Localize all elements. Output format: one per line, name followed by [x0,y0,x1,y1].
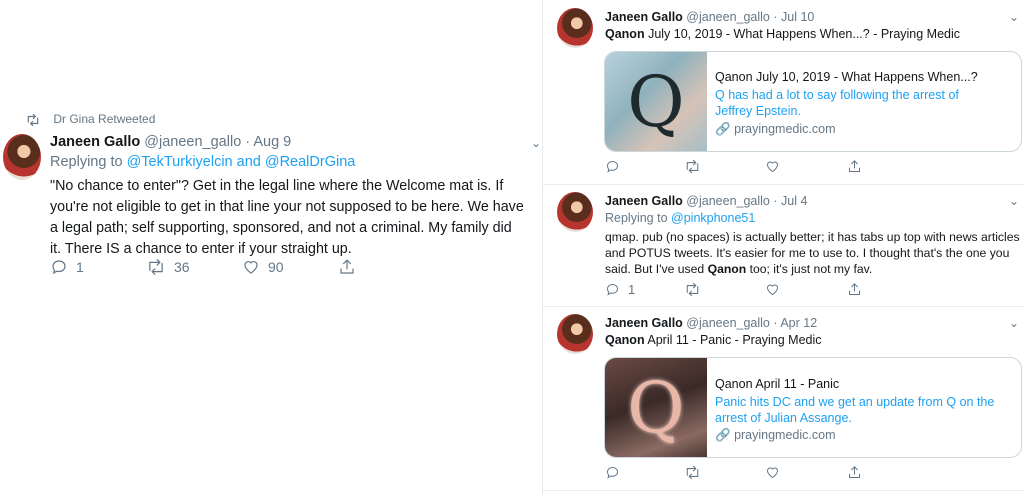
avatar[interactable] [557,192,593,232]
replying-prefix: Replying to [605,211,668,225]
retweet-button[interactable] [684,465,701,480]
chevron-down-icon[interactable]: ⌄ [1009,194,1019,208]
tweet-text: Qanon July 10, 2019 - What Happens When.… [605,27,960,41]
chevron-down-icon[interactable]: ⌄ [531,136,541,150]
share-button[interactable] [847,465,862,480]
retweet-button[interactable] [684,282,701,297]
share-icon [340,259,354,274]
link-card[interactable]: Q Qanon April 11 - Panic Panic hits DC a… [604,357,1022,458]
retweet-icon [686,465,699,480]
like-button[interactable] [765,465,780,480]
share-icon [849,466,860,478]
author-name[interactable]: Janeen Gallo [50,134,140,150]
avatar[interactable] [3,134,41,180]
card-image: Q [605,52,707,151]
author-handle[interactable]: @janeen_gallo [686,194,770,208]
body-part: too; it's just not my fav. [746,262,873,276]
share-button[interactable] [847,282,862,297]
reply-button[interactable] [605,465,620,480]
author-handle[interactable]: @janeen_gallo [686,316,770,330]
avatar[interactable] [557,8,593,48]
tweet-divider [542,184,1024,185]
like-button[interactable] [765,159,780,174]
card-title: Qanon July 10, 2019 - What Happens When.… [715,70,978,84]
highlight-term: Qanon [707,262,747,276]
replying-users-link[interactable]: @TekTurkiyelcin and @RealDrGina [127,154,356,170]
tweet-date[interactable]: · Jul 10 [773,10,814,24]
heart-icon [766,284,779,296]
tweet-date[interactable]: · Apr 12 [773,316,817,330]
card-domain: prayingmedic.com [734,428,836,442]
retweet-button[interactable]: 36 [146,258,190,276]
card-description: Q has had a lot to say following the arr… [715,88,959,118]
q-letter: Q [627,366,685,449]
retweet-button[interactable] [684,159,701,174]
link-icon: 🔗 [715,122,731,136]
replying-to: Replying to @pinkphone51 [605,211,755,225]
reply-icon [606,160,619,173]
link-card[interactable]: Q Qanon July 10, 2019 - What Happens Whe… [604,51,1022,152]
author-handle[interactable]: @janeen_gallo [144,134,241,150]
replying-users-link[interactable]: @pinkphone51 [671,211,755,225]
retweet-label: Dr Gina Retweeted [53,112,156,126]
heart-icon [244,261,258,274]
heart-icon [766,467,779,479]
tweet-text: Qanon April 11 - Panic - Praying Medic [605,333,822,347]
tweet-author: Janeen Gallo @janeen_gallo · Aug 9 [50,134,291,150]
card-domain-row: 🔗 prayingmedic.com [715,427,1013,443]
highlight-term: Qanon [605,27,645,41]
tweet-author: Janeen Gallo @janeen_gallo · Jul 4 [605,194,807,208]
retweet-header: Dr Gina Retweeted [26,112,155,126]
avatar[interactable] [557,314,593,354]
right-column-border [542,0,543,495]
tweet-author: Janeen Gallo @janeen_gallo · Apr 12 [605,316,817,330]
card-description: Panic hits DC and we get an update from … [715,395,995,425]
retweet-icon [149,258,163,276]
tweet-author: Janeen Gallo @janeen_gallo · Jul 10 [605,10,814,24]
card-title: Qanon April 11 - Panic [715,377,840,391]
replying-to: Replying to @TekTurkiyelcin and @RealDrG… [50,154,355,170]
author-handle[interactable]: @janeen_gallo [686,10,770,24]
q-letter: Q [627,60,685,143]
author-name[interactable]: Janeen Gallo [605,316,683,330]
reply-count: 1 [76,259,84,275]
reply-icon [606,283,619,296]
share-button[interactable] [338,258,356,276]
replying-prefix: Replying to [50,154,123,170]
tweet-line: April 11 - Panic - Praying Medic [644,333,822,347]
tweet-date[interactable]: · Jul 4 [773,194,807,208]
reply-button[interactable]: 1 [605,282,635,297]
card-domain-row: 🔗 prayingmedic.com [715,121,1013,137]
like-button[interactable] [765,282,780,297]
reply-count: 1 [628,282,636,297]
tweet-body: qmap. pub (no spaces) is actually better… [605,229,1020,277]
chevron-down-icon[interactable]: ⌄ [1009,316,1019,330]
chevron-down-icon[interactable]: ⌄ [1009,10,1019,24]
card-domain: prayingmedic.com [734,122,836,136]
tweet-line: July 10, 2019 - What Happens When...? - … [644,27,961,41]
author-name[interactable]: Janeen Gallo [605,194,683,208]
reply-button[interactable] [605,159,620,174]
share-icon [849,160,860,172]
retweet-icon [686,282,699,297]
tweet-divider [542,490,1024,491]
highlight-term: Qanon [605,333,645,347]
card-image: Q [605,358,707,457]
retweet-icon [27,113,39,126]
reply-icon [52,260,66,275]
tweet-divider [542,306,1024,307]
retweet-icon [686,159,699,174]
author-name[interactable]: Janeen Gallo [605,10,683,24]
share-icon [849,283,860,295]
like-count: 90 [268,259,284,275]
retweet-count: 36 [174,259,190,275]
reply-icon [606,466,619,479]
reply-button[interactable]: 1 [50,258,84,276]
tweet-body: "No chance to enter"? Get in the legal l… [50,178,524,257]
tweet-date[interactable]: · Aug 9 [245,134,291,150]
share-button[interactable] [847,159,862,174]
heart-icon [766,161,779,173]
like-button[interactable]: 90 [242,258,284,276]
link-icon: 🔗 [715,428,731,442]
